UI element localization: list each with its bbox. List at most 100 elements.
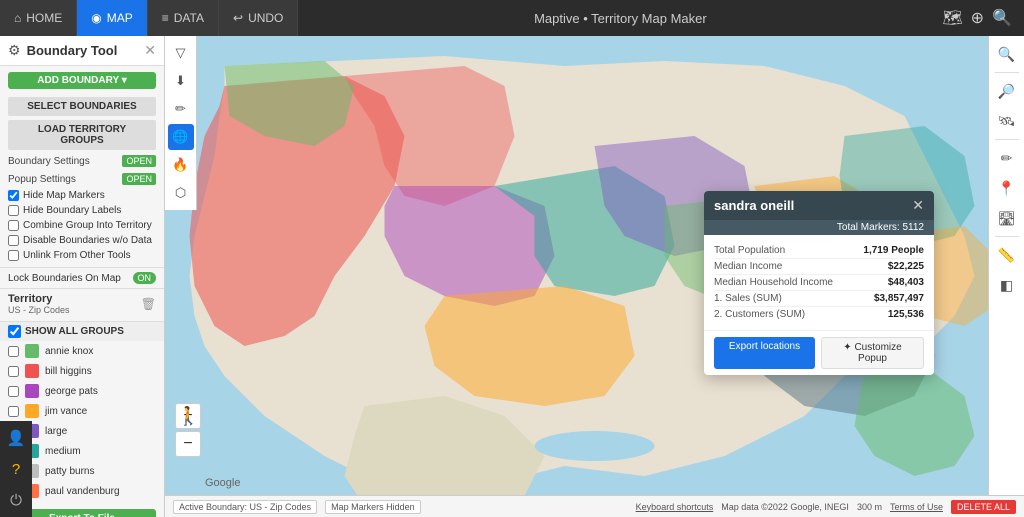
pin-button[interactable]: 📍	[992, 174, 1022, 202]
keyboard-shortcuts-link[interactable]: Keyboard shortcuts	[636, 502, 714, 512]
combine-group-row[interactable]: Combine Group Into Territory	[0, 218, 164, 233]
disable-boundaries-checkbox[interactable]	[8, 235, 19, 246]
show-all-groups-row[interactable]: SHOW ALL GROUPS	[0, 322, 164, 341]
load-territory-groups-button[interactable]: LOAD TERRITORY GROUPS	[8, 120, 156, 150]
data-button[interactable]: ≡ DATA	[148, 0, 219, 36]
group-color-swatch	[25, 384, 39, 398]
unlink-tools-checkbox[interactable]	[8, 250, 19, 261]
pencil-button[interactable]: ✏	[992, 144, 1022, 172]
download-tool-button[interactable]: ⬇	[168, 68, 194, 94]
add-boundary-button[interactable]: ADD BOUNDARY ▾	[8, 72, 156, 89]
delete-territory-icon[interactable]: 🗑	[141, 297, 156, 311]
territory-sub: US - Zip Codes	[8, 305, 70, 315]
gear-icon[interactable]: ⚙	[8, 42, 21, 59]
popup-close-button[interactable]: ✕	[912, 197, 924, 214]
delete-all-button[interactable]: DELETE ALL	[951, 500, 1016, 514]
hide-map-markers-checkbox[interactable]	[8, 190, 19, 201]
data-label: DATA	[174, 11, 204, 25]
google-logo: Google	[205, 477, 240, 489]
map-markers-badge: Map Markers Hidden	[325, 500, 421, 514]
popup-row-value: 125,536	[888, 309, 924, 320]
customize-popup-button[interactable]: ✦ Customize Popup	[821, 337, 924, 369]
top-nav: ⌂ HOME ◉ MAP ≡ DATA ↩ UNDO	[0, 0, 298, 36]
hide-map-markers-row[interactable]: Hide Map Markers	[0, 188, 164, 203]
street-view-icon[interactable]: 🚶	[177, 406, 199, 427]
popup-row-label: Median Income	[714, 261, 782, 272]
search-map-button[interactable]: 🔍	[992, 40, 1022, 68]
share-icon[interactable]: ⊕	[971, 8, 984, 28]
bottom-right: Keyboard shortcuts Map data ©2022 Google…	[636, 500, 1016, 514]
group-color-swatch	[25, 364, 39, 378]
popup-row-value: $48,403	[888, 277, 924, 288]
group-item[interactable]: annie knox	[0, 341, 164, 361]
group-checkbox[interactable]	[8, 386, 19, 397]
map-button[interactable]: ◉ MAP	[77, 0, 148, 36]
hide-boundary-labels-checkbox[interactable]	[8, 205, 19, 216]
power-icon[interactable]: ⏻	[10, 492, 22, 509]
home-button[interactable]: ⌂ HOME	[0, 0, 77, 36]
terms-link[interactable]: Terms of Use	[890, 502, 943, 512]
popup-data-row: Median Household Income $48,403	[714, 275, 924, 291]
data-icon: ≡	[162, 11, 169, 25]
popup-data-row: 2. Customers (SUM) 125,536	[714, 307, 924, 322]
user-icon[interactable]: 👤	[7, 429, 26, 447]
shapes-tool-button[interactable]: ⬡	[168, 180, 194, 206]
panel-title: Boundary Tool	[27, 43, 118, 58]
question-icon[interactable]: ?	[12, 461, 20, 478]
ruler-button[interactable]: 📏	[992, 241, 1022, 269]
popup-row-value: $3,857,497	[874, 293, 924, 304]
globe-tool-button[interactable]: 🌐	[168, 124, 194, 150]
lock-boundaries-row: Lock Boundaries On Map ON	[0, 267, 164, 289]
route-button[interactable]: 🛣	[992, 204, 1022, 232]
show-all-checkbox[interactable]	[8, 325, 21, 338]
undo-label: UNDO	[248, 11, 283, 25]
active-boundary-badge: Active Boundary: US - Zip Codes	[173, 500, 317, 514]
unlink-tools-row[interactable]: Unlink From Other Tools	[0, 248, 164, 263]
group-name: medium	[45, 446, 81, 457]
fire-tool-button[interactable]: 🔥	[168, 152, 194, 178]
lock-toggle[interactable]: ON	[133, 272, 157, 284]
map-area[interactable]: ▽ ⬇ ✏ 🌐 🔥 ⬡ 🔍 🔎 🛰 ✏ 📍 🛣 📏 ◧ +	[165, 36, 1024, 517]
group-name: bill higgins	[45, 366, 92, 377]
search-icon-top[interactable]: 🔍	[992, 8, 1012, 28]
popup-data-row: Median Income $22,225	[714, 259, 924, 275]
panel-gear-row: ⚙ Boundary Tool	[8, 42, 117, 59]
group-checkbox[interactable]	[8, 346, 19, 357]
popup-row-label: 2. Customers (SUM)	[714, 309, 805, 320]
top-bar: ⌂ HOME ◉ MAP ≡ DATA ↩ UNDO Maptive • Ter…	[0, 0, 1024, 36]
boundary-open-badge: OPEN	[122, 155, 156, 167]
popup-total-row: Total Markers: 5112	[704, 220, 934, 235]
group-item[interactable]: george pats	[0, 381, 164, 401]
group-item[interactable]: bill higgins	[0, 361, 164, 381]
group-name: annie knox	[45, 346, 93, 357]
select-boundaries-button[interactable]: SELECT BOUNDARIES	[8, 97, 156, 116]
combine-group-checkbox[interactable]	[8, 220, 19, 231]
popup-row-value: $22,225	[888, 261, 924, 272]
left-map-toolbar: ▽ ⬇ ✏ 🌐 🔥 ⬡	[165, 36, 197, 210]
satellite-button[interactable]: 🛰	[992, 107, 1022, 135]
draw-tool-button[interactable]: ✏	[168, 96, 194, 122]
group-color-swatch	[25, 344, 39, 358]
panel-close-button[interactable]: ✕	[144, 42, 156, 59]
zoom-in-button[interactable]: 🔎	[992, 77, 1022, 105]
export-locations-button[interactable]: Export locations	[714, 337, 815, 369]
group-name: patty burns	[45, 466, 94, 477]
disable-boundaries-row[interactable]: Disable Boundaries w/o Data	[0, 233, 164, 248]
group-checkbox[interactable]	[8, 366, 19, 377]
filter-tool-button[interactable]: ▽	[168, 40, 194, 66]
undo-button[interactable]: ↩ UNDO	[219, 0, 298, 36]
popup-settings-row: Popup Settings OPEN	[0, 170, 164, 188]
boundary-settings-row: Boundary Settings OPEN	[0, 152, 164, 170]
popup-person-name: sandra oneill	[714, 198, 794, 213]
layers-button[interactable]: ◧	[992, 271, 1022, 299]
popup-data-row: Total Population 1,719 People	[714, 243, 924, 259]
zoom-out-map-button[interactable]: −	[175, 431, 201, 457]
territory-section: Territory US - Zip Codes 🗑	[0, 289, 164, 322]
popup-card: sandra oneill ✕ Total Markers: 5112 Tota…	[704, 191, 934, 375]
hide-boundary-labels-row[interactable]: Hide Boundary Labels	[0, 203, 164, 218]
map-layers-icon[interactable]: 🗺	[942, 8, 962, 28]
group-checkbox[interactable]	[8, 406, 19, 417]
popup-rows: Total Population 1,719 People Median Inc…	[714, 243, 924, 322]
group-item[interactable]: jim vance	[0, 401, 164, 421]
right-toolbar: 🔍 🔎 🛰 ✏ 📍 🛣 📏 ◧	[988, 36, 1024, 517]
